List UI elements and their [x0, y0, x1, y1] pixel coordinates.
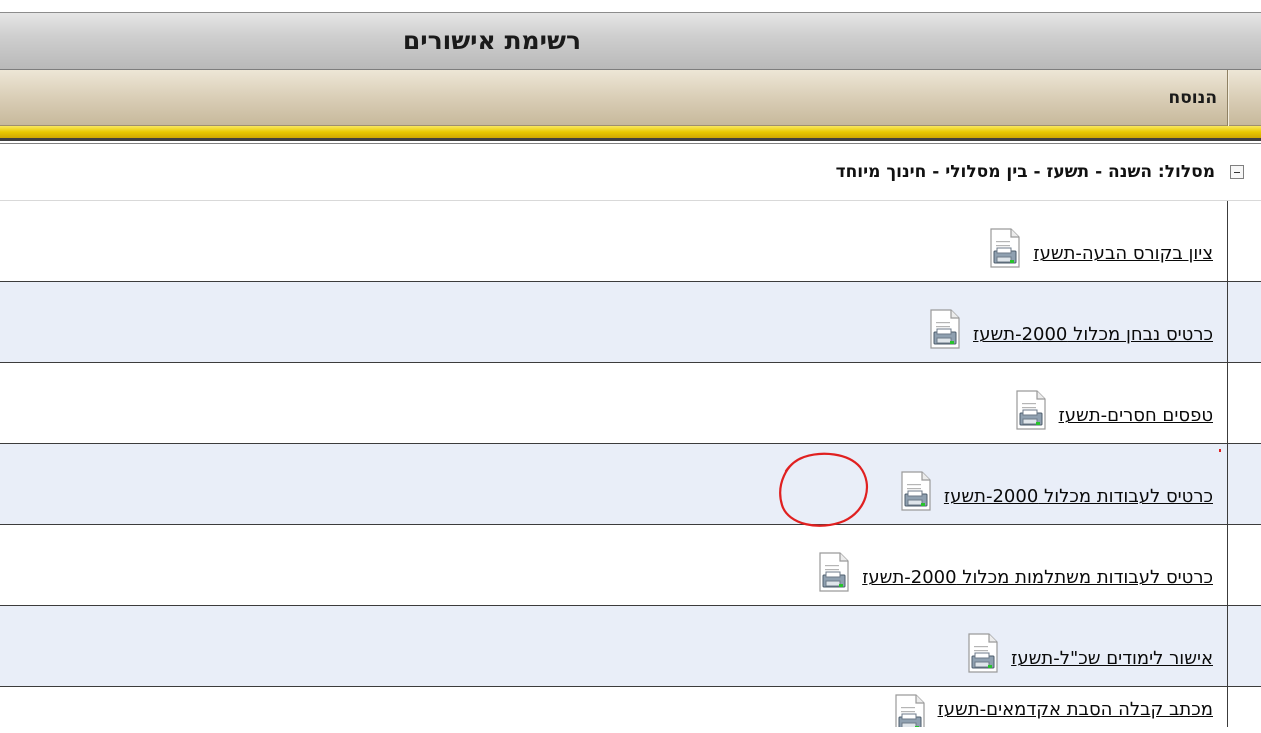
document-list: ציון בקורס הבעה-תשעז כרטיס נבחן מכלול 20…: [0, 201, 1261, 727]
approvals-list-page: רשימת אישורים הנוסח מסלול: השנה - תשעז -…: [0, 0, 1261, 733]
row-divider: [1227, 363, 1228, 443]
column-divider-highlight: [1228, 70, 1229, 126]
row-content: כרטיס לעבודות מכלול 2000-תשעז: [898, 444, 1213, 524]
row-content: ציון בקורס הבעה-תשעז: [987, 201, 1213, 281]
document-print-icon[interactable]: [892, 693, 928, 727]
annotation-mark: [1219, 449, 1221, 452]
row-content: אישור לימודים שכ"ל-תשעז: [965, 606, 1213, 686]
row-divider: [1227, 687, 1228, 727]
row-divider: [1227, 525, 1228, 605]
column-header[interactable]: הנוסח: [0, 70, 1261, 126]
row-content: טפסים חסרים-תשעז: [1013, 363, 1213, 443]
page-title: רשימת אישורים: [402, 26, 581, 55]
group-row: מסלול: השנה - תשעז - בין מסלולי - חינוך …: [0, 155, 1261, 201]
document-print-icon[interactable]: [1013, 389, 1049, 433]
document-link[interactable]: אישור לימודים שכ"ל-תשעז: [1011, 648, 1213, 676]
list-item: כרטיס נבחן מכלול 2000-תשעז: [0, 282, 1261, 363]
header-accent-strip: [0, 126, 1261, 138]
document-link[interactable]: כרטיס לעבודות מכלול 2000-תשעז: [944, 486, 1213, 514]
list-item: כרטיס לעבודות מכלול 2000-תשעז: [0, 444, 1261, 525]
row-divider: [1227, 444, 1228, 524]
document-link[interactable]: ציון בקורס הבעה-תשעז: [1033, 243, 1213, 271]
row-divider: [1227, 606, 1228, 686]
row-content: כרטיס נבחן מכלול 2000-תשעז: [927, 282, 1213, 362]
row-content: מכתב קבלה הסבת אקדמאים-תשעז: [892, 687, 1213, 727]
collapse-toggle-icon[interactable]: [1230, 165, 1244, 179]
group-label: מסלול: השנה - תשעז - בין מסלולי - חינוך …: [835, 162, 1215, 182]
list-item: כרטיס לעבודות משתלמות מכלול 2000-תשעז: [0, 525, 1261, 606]
title-bar: רשימת אישורים: [0, 12, 1261, 70]
list-item: טפסים חסרים-תשעז: [0, 363, 1261, 444]
document-link[interactable]: טפסים חסרים-תשעז: [1059, 405, 1213, 433]
document-link[interactable]: מכתב קבלה הסבת אקדמאים-תשעז: [938, 699, 1213, 727]
list-item: מכתב קבלה הסבת אקדמאים-תשעז: [0, 687, 1261, 727]
document-print-icon[interactable]: [816, 551, 852, 595]
row-divider: [1227, 201, 1228, 281]
column-header-label[interactable]: הנוסח: [1169, 88, 1217, 108]
document-print-icon[interactable]: [965, 632, 1001, 676]
list-item: ציון בקורס הבעה-תשעז: [0, 201, 1261, 282]
row-divider: [1227, 282, 1228, 362]
list-item: אישור לימודים שכ"ל-תשעז: [0, 606, 1261, 687]
document-print-icon[interactable]: [927, 308, 963, 352]
document-link[interactable]: כרטיס לעבודות משתלמות מכלול 2000-תשעז: [862, 567, 1213, 595]
document-link[interactable]: כרטיס נבחן מכלול 2000-תשעז: [973, 324, 1213, 352]
header-rule-secondary: [0, 143, 1261, 144]
document-print-icon[interactable]: [987, 227, 1023, 271]
document-print-icon[interactable]: [898, 470, 934, 514]
row-content: כרטיס לעבודות משתלמות מכלול 2000-תשעז: [816, 525, 1213, 605]
header-rule: [0, 138, 1261, 141]
